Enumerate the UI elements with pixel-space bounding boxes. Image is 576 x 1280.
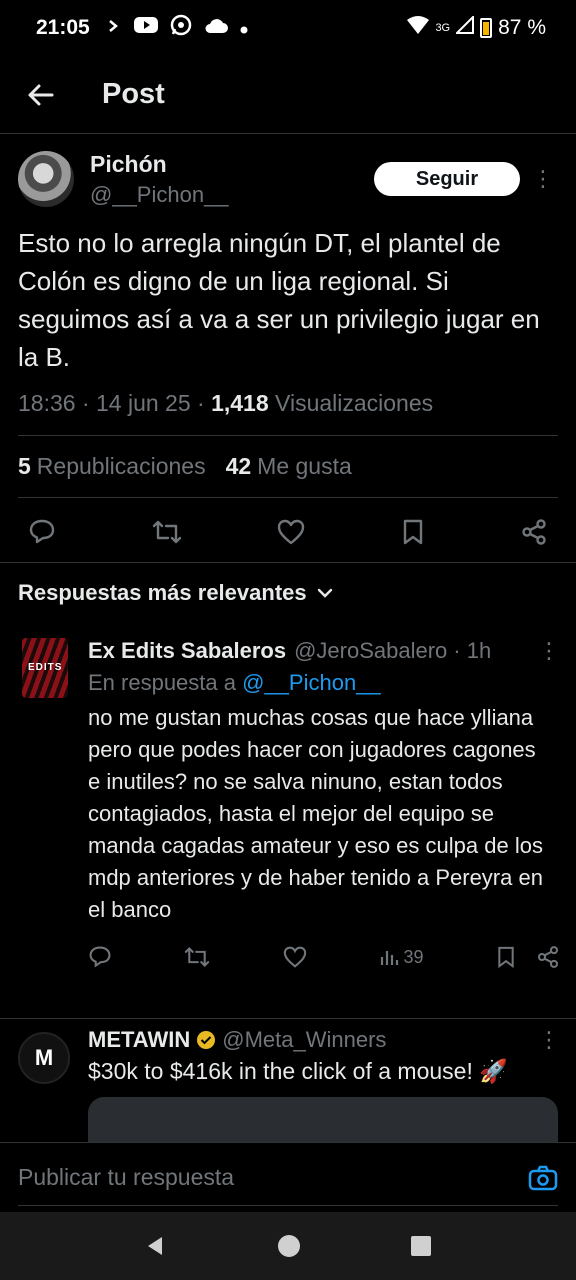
post-timestamp: 18:36 · 14 jun 25 · (18, 390, 212, 416)
author-name[interactable]: Pichón (90, 151, 229, 178)
bookmark-icon[interactable] (401, 518, 425, 546)
heart-icon[interactable] (283, 946, 307, 968)
reply-age: · 1h (453, 638, 492, 663)
more-options-icon[interactable]: ⋮ (528, 168, 558, 190)
replies-sort-dropdown[interactable]: Respuestas más relevantes (18, 580, 333, 606)
page-header: Post (0, 56, 576, 134)
in-reply-to: En respuesta a @__Pichon__ (88, 670, 560, 696)
avatar[interactable]: EDITS (22, 638, 68, 698)
reply-input[interactable]: Publicar tu respuesta (18, 1164, 234, 1191)
dot-icon (240, 16, 248, 40)
input-underline (18, 1205, 558, 1206)
verified-badge-icon (196, 1030, 216, 1050)
repost-icon[interactable] (152, 518, 182, 546)
views-button[interactable]: 39 (379, 947, 423, 968)
views-label: Visualizaciones (268, 390, 434, 416)
notification-icons (108, 14, 248, 42)
share-icon[interactable] (536, 945, 560, 969)
avatar[interactable] (18, 151, 74, 207)
post-meta: 18:36 · 14 jun 25 · 1,418 Visualizacione… (18, 390, 558, 436)
author-names: Pichón @__Pichon__ (90, 151, 229, 208)
reply-actions: 39 (88, 942, 560, 972)
ad-author-name[interactable]: METAWIN (88, 1027, 190, 1053)
whatsapp-icon (170, 14, 192, 42)
in-reply-handle-link[interactable]: @__Pichon__ (242, 670, 381, 695)
reposts-count[interactable]: 5 (18, 453, 31, 480)
views-count: 1,418 (211, 390, 269, 416)
ad-author-handle[interactable]: @Meta_Winners (222, 1027, 386, 1053)
reply-views-count: 39 (403, 946, 424, 967)
reply-text: no me gustan muchas cosas que hace yllia… (88, 705, 543, 922)
avatar[interactable]: M (18, 1032, 70, 1084)
ad-text: $30k to $416k in the click of a mouse! 🚀 (88, 1058, 508, 1084)
share-icon[interactable] (520, 518, 548, 546)
wifi-icon (407, 16, 430, 40)
network-type: 3G (435, 22, 451, 34)
reply-author-name[interactable]: Ex Edits Sabaleros (88, 638, 286, 664)
ad-header: METAWIN @Meta_Winners ⋮ (88, 1024, 560, 1056)
chevron-down-icon (317, 587, 333, 599)
heart-icon[interactable] (277, 519, 305, 545)
camera-icon[interactable] (528, 1165, 558, 1191)
reply-avatar-text: EDITS (28, 662, 63, 673)
main-post: Pichón @__Pichon__ Seguir ⋮ Esto no lo a… (0, 134, 576, 566)
nav-home-icon[interactable] (277, 1234, 301, 1258)
divider (0, 1018, 576, 1019)
reply-header: Ex Edits Sabaleros @JeroSabalero · 1h ⋮ (88, 638, 560, 664)
reply-right-actions (496, 945, 560, 969)
more-options-icon[interactable]: ⋮ (538, 638, 560, 664)
reply-author-handle[interactable]: @JeroSabalero (294, 638, 447, 664)
more-options-icon[interactable]: ⋮ (538, 1027, 560, 1053)
status-time: 21:05 (36, 16, 90, 39)
reply-body: Ex Edits Sabaleros @JeroSabalero · 1h ⋮ … (88, 638, 560, 972)
bar-chart-icon (379, 947, 399, 967)
post-stats: 5 Republicaciones 42 Me gusta (18, 436, 558, 498)
cast-icon (108, 16, 122, 40)
nav-back-icon[interactable] (144, 1234, 168, 1258)
system-icons: 3G 87 % (407, 14, 546, 40)
in-reply-prefix: En respuesta a (88, 670, 243, 695)
reply-icon[interactable] (88, 945, 112, 969)
likes-count[interactable]: 42 (226, 453, 252, 480)
post-actions (18, 498, 558, 566)
post-author-row: Pichón @__Pichon__ Seguir ⋮ (18, 134, 558, 224)
back-button[interactable] (0, 83, 80, 107)
youtube-icon (133, 16, 158, 40)
signal-icon (454, 14, 475, 40)
promoted-post[interactable]: M METAWIN @Meta_Winners ⋮ $30k to $416k … (0, 1024, 576, 1157)
replies-section-title: Respuestas más relevantes (18, 580, 307, 605)
reposts-label[interactable]: Republicaciones (37, 453, 206, 480)
status-bar: 21:05 3G 87 % (0, 0, 576, 56)
ad-avatar-text: M (34, 1045, 54, 1070)
divider (0, 562, 576, 563)
cloud-icon (204, 16, 228, 40)
author-handle[interactable]: @__Pichon__ (90, 182, 229, 208)
battery-icon (480, 18, 493, 38)
follow-button[interactable]: Seguir (374, 162, 520, 196)
nav-recents-icon[interactable] (410, 1235, 432, 1257)
page-title: Post (102, 78, 165, 110)
reply-icon[interactable] (28, 518, 56, 546)
likes-label[interactable]: Me gusta (257, 453, 352, 480)
battery-level: 87 % (498, 16, 546, 39)
system-nav-bar (0, 1212, 576, 1280)
reply-item[interactable]: EDITS Ex Edits Sabaleros @JeroSabalero ·… (0, 628, 576, 972)
bookmark-icon[interactable] (496, 945, 516, 969)
repost-icon[interactable] (184, 945, 210, 969)
arrow-left-icon (26, 83, 54, 107)
post-text: Esto no lo arregla ningún DT, el plantel… (18, 228, 540, 372)
reply-composer: Publicar tu respuesta (0, 1142, 576, 1212)
ad-body: METAWIN @Meta_Winners ⋮ $30k to $416k in… (88, 1024, 560, 1157)
